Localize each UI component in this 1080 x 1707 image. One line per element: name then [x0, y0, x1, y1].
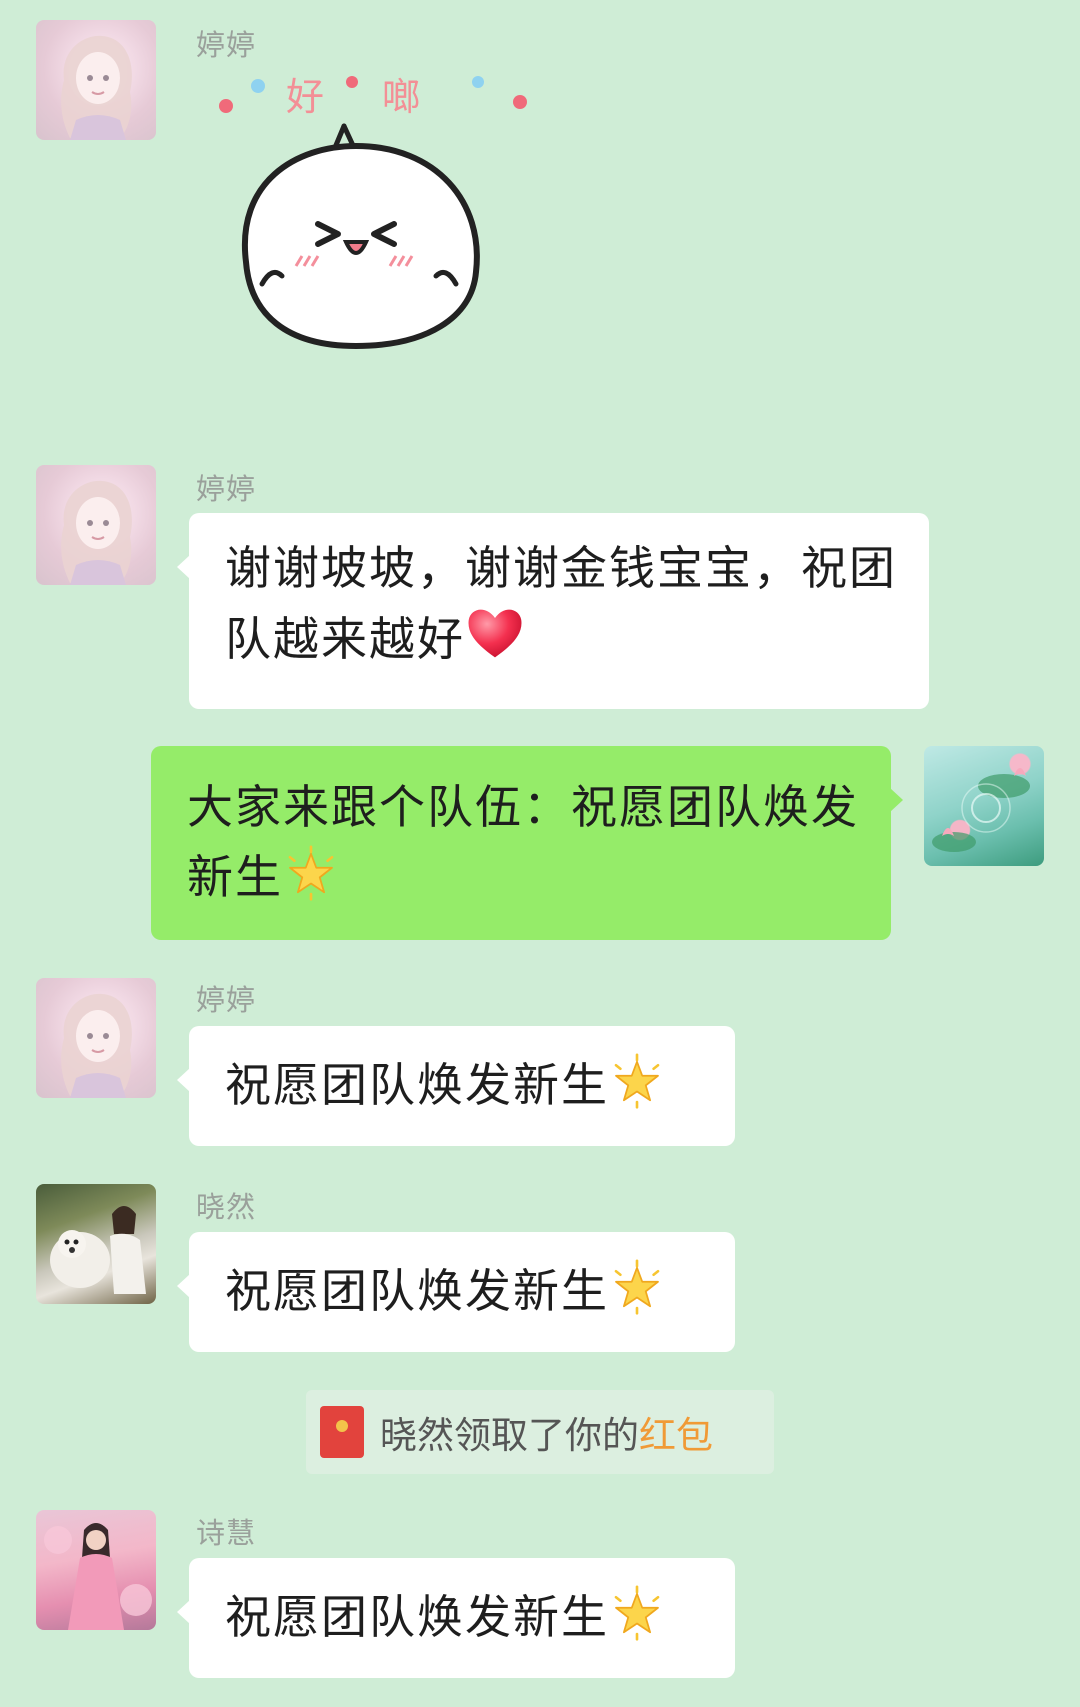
avatar-tingting[interactable]: [36, 978, 156, 1098]
message-bubble-self[interactable]: 大家来跟个队伍：祝愿团队焕发新生: [151, 746, 903, 940]
lotus-pond-icon: [932, 768, 1030, 852]
message-bubble[interactable]: 祝愿团队焕发新生: [177, 1232, 735, 1352]
sender-name: 诗慧: [196, 1516, 257, 1550]
sender-name: 婷婷: [196, 28, 257, 62]
message-text: 祝愿团队焕发新生: [225, 1590, 609, 1644]
avatar-xiaoran[interactable]: [36, 1184, 156, 1304]
message-bubble[interactable]: 祝愿团队焕发新生: [177, 1558, 735, 1678]
avatar-tingting[interactable]: [36, 465, 156, 585]
red-packet-link[interactable]: 红包: [639, 1405, 713, 1459]
red-packet-icon: [320, 1406, 364, 1458]
sender-name: 婷婷: [196, 983, 257, 1017]
glowing-star-icon: [614, 1585, 660, 1641]
notice-text: 晓然领取了你的: [380, 1414, 639, 1457]
message-bubble[interactable]: 祝愿团队焕发新生: [177, 1026, 735, 1146]
glowing-star-icon: [614, 1259, 660, 1315]
avatar-tingting[interactable]: [36, 20, 156, 140]
message-bubble[interactable]: 谢谢坡坡，谢谢金钱宝宝，祝团队越来越好: [177, 513, 929, 709]
avatar-girl-icon: [61, 993, 132, 1098]
message-text: 祝愿团队焕发新生: [225, 1264, 609, 1318]
avatar-shihui[interactable]: [36, 1510, 156, 1630]
happy-blob-sticker-icon: 好 啷: [219, 75, 527, 350]
avatar-woman-in-pink-icon: [44, 1523, 152, 1630]
message-text: 祝愿团队焕发新生: [225, 1058, 609, 1112]
avatar-girl-icon: [61, 480, 132, 585]
sticker-text-2: 啷: [382, 75, 420, 119]
avatar-self[interactable]: [924, 746, 1044, 866]
message-text: 谢谢坡坡，谢谢金钱宝宝，祝团队越来越好: [225, 541, 897, 666]
sender-name: 晓然: [196, 1190, 257, 1224]
sender-name: 婷婷: [196, 472, 257, 506]
sticker-text-1: 好: [286, 75, 324, 119]
avatar-girl-with-dog-icon: [50, 1206, 146, 1294]
red-packet-notice[interactable]: 晓然领取了你的 红包: [306, 1390, 774, 1474]
sticker[interactable]: 好 啷: [206, 62, 536, 362]
glowing-star-icon: [288, 845, 334, 901]
avatar-girl-icon: [61, 35, 132, 140]
red-heart-icon: [468, 609, 522, 658]
glowing-star-icon: [614, 1053, 660, 1109]
